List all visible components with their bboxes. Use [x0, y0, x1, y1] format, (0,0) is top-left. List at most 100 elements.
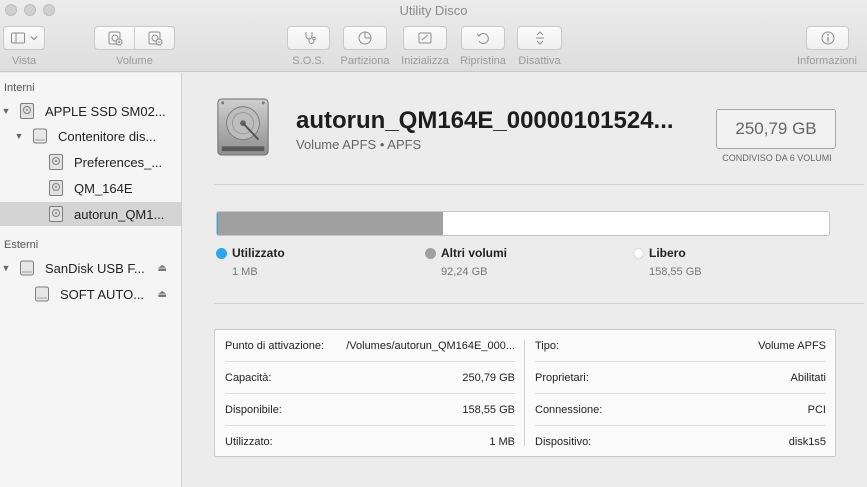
disclosure-triangle-icon[interactable]: ▼: [1, 106, 11, 116]
container-icon: [33, 128, 47, 144]
info-key: Utilizzato:: [225, 435, 273, 448]
add-volume-icon: [108, 31, 122, 46]
info-value: Abilitati: [790, 371, 826, 384]
first-aid-label: S.O.S.: [292, 55, 325, 67]
info-value: 1 MB: [489, 435, 515, 448]
legend-free-name: Libero: [649, 246, 686, 260]
pie-partition-icon: [358, 31, 372, 45]
disclosure-triangle-icon[interactable]: ▼: [1, 263, 11, 273]
info-row-connection: Connessione: PCI: [535, 394, 826, 425]
remove-volume-button[interactable]: [134, 27, 174, 49]
legend-free-dot: [633, 248, 644, 259]
sidebar-item-label: APPLE SSD SM02...: [45, 103, 166, 119]
sidebar-item-label: SanDisk USB F...: [45, 260, 145, 276]
legend-other-name: Altri volumi: [441, 246, 508, 260]
info-button[interactable]: [806, 26, 849, 50]
erase-button[interactable]: [403, 26, 447, 50]
volume-icon: [49, 154, 63, 170]
legend-used-value: 1 MB: [232, 266, 258, 278]
sidebar-item-sandisk[interactable]: ▼ SanDisk USB F... ⏏: [0, 256, 181, 280]
info-key: Capacità:: [225, 371, 272, 384]
sidebar-item-soft-auto[interactable]: SOFT AUTO... ⏏: [0, 282, 181, 306]
legend-used-name: Utilizzato: [232, 246, 285, 260]
chevron-down-icon: [30, 36, 37, 41]
usage-bar: [216, 211, 830, 236]
info-row-available: Disponibile: 158,55 GB: [225, 394, 515, 425]
restore-label: Ripristina: [460, 55, 506, 67]
erase-label: Inizializza: [401, 55, 449, 67]
unmount-icon: [535, 31, 544, 45]
sidebar-item-label: Preferences_...: [74, 154, 163, 170]
volume-button-group: [94, 26, 175, 50]
view-label: Vista: [11, 55, 37, 67]
external-disk-icon: [20, 260, 34, 276]
info-key: Tipo:: [535, 339, 560, 352]
eject-icon[interactable]: ⏏: [158, 263, 167, 274]
disclosure-triangle-icon[interactable]: ▼: [14, 131, 24, 141]
legend-used-dot: [216, 248, 227, 259]
hard-drive-icon: [217, 98, 269, 156]
restore-icon: [476, 33, 489, 44]
sidebar-item-container[interactable]: ▼ Contenitore dis...: [0, 124, 181, 148]
info-key: Proprietari:: [535, 371, 589, 384]
usage-bar-other: [218, 212, 443, 235]
eject-icon[interactable]: ⏏: [158, 289, 167, 300]
external-volume-icon: [35, 286, 49, 302]
main-pane: autorun_QM164E_00000101524... Volume APF…: [182, 73, 867, 487]
sidebar-item-label: SOFT AUTO...: [60, 286, 145, 302]
stethoscope-icon: [305, 32, 316, 44]
restore-button[interactable]: [461, 26, 505, 50]
volume-name: autorun_QM164E_00000101524...: [296, 107, 674, 134]
info-key: Punto di attivazione:: [225, 339, 325, 352]
partition-label: Partiziona: [340, 55, 390, 67]
info-value: Volume APFS: [758, 339, 826, 352]
capacity-badge: 250,79 GB: [716, 109, 836, 149]
sidebar-item-label: autorun_QM1...: [74, 206, 165, 222]
shared-note: CONDIVISO DA 6 VOLUMI: [722, 153, 832, 163]
info-icon: [821, 31, 834, 45]
unmount-label: Disattiva: [518, 55, 561, 67]
divider: [214, 303, 864, 304]
sidebar-item-label: QM_164E: [74, 180, 133, 196]
first-aid-button[interactable]: [287, 26, 330, 50]
info-row-owners: Proprietari: Abilitati: [535, 362, 826, 393]
volume-icon: [49, 180, 63, 196]
legend-other-value: 92,24 GB: [441, 266, 488, 278]
info-row-device: Dispositivo: disk1s5: [535, 426, 826, 457]
view-button[interactable]: [3, 26, 45, 50]
info-value: 250,79 GB: [462, 371, 515, 384]
info-row-mount-point: Punto di attivazione: /Volumes/autorun_Q…: [225, 330, 515, 361]
add-volume-button[interactable]: [95, 27, 134, 49]
info-row-capacity: Capacità: 250,79 GB: [225, 362, 515, 393]
divider: [214, 184, 864, 185]
volume-label: Volume: [116, 55, 153, 67]
info-row-used: Utilizzato: 1 MB: [225, 426, 515, 457]
info-key: Connessione:: [535, 403, 603, 416]
sidebar-item-preferences[interactable]: Preferences_...: [0, 150, 181, 174]
external-section-header: Esterni: [4, 239, 39, 251]
info-table: Punto di attivazione: /Volumes/autorun_Q…: [214, 329, 836, 457]
title-bar: Utility Disco Vista Volume S.O.S. Partiz…: [0, 0, 867, 72]
info-key: Disponibile:: [225, 403, 282, 416]
erase-icon: [418, 32, 432, 44]
sidebar: Interni ▼ APPLE SSD SM02... ▼ Contenitor…: [0, 73, 182, 487]
sidebar-view-icon: [10, 32, 25, 44]
volume-subtitle: Volume APFS • APFS: [296, 137, 422, 152]
sidebar-item-qm164e[interactable]: QM_164E: [0, 176, 181, 200]
info-row-type: Tipo: Volume APFS: [535, 330, 826, 361]
internal-section-header: Interni: [4, 82, 35, 94]
sidebar-item-apple-ssd[interactable]: ▼ APPLE SSD SM02...: [0, 99, 181, 123]
column-divider: [524, 340, 525, 446]
window-title: Utility Disco: [399, 3, 468, 18]
legend-other-dot: [425, 248, 436, 259]
info-value: PCI: [807, 403, 826, 416]
info-key: Dispositivo:: [535, 435, 592, 448]
volume-icon: [49, 206, 63, 222]
info-value[interactable]: /Volumes/autorun_QM164E_000...: [346, 340, 515, 352]
partition-button[interactable]: [343, 26, 387, 50]
internal-disk-icon: [20, 103, 34, 119]
unmount-button[interactable]: [517, 26, 562, 50]
info-value: disk1s5: [788, 435, 826, 448]
sidebar-item-autorun[interactable]: autorun_QM1...: [0, 202, 181, 226]
info-label: Informazioni: [797, 55, 857, 67]
